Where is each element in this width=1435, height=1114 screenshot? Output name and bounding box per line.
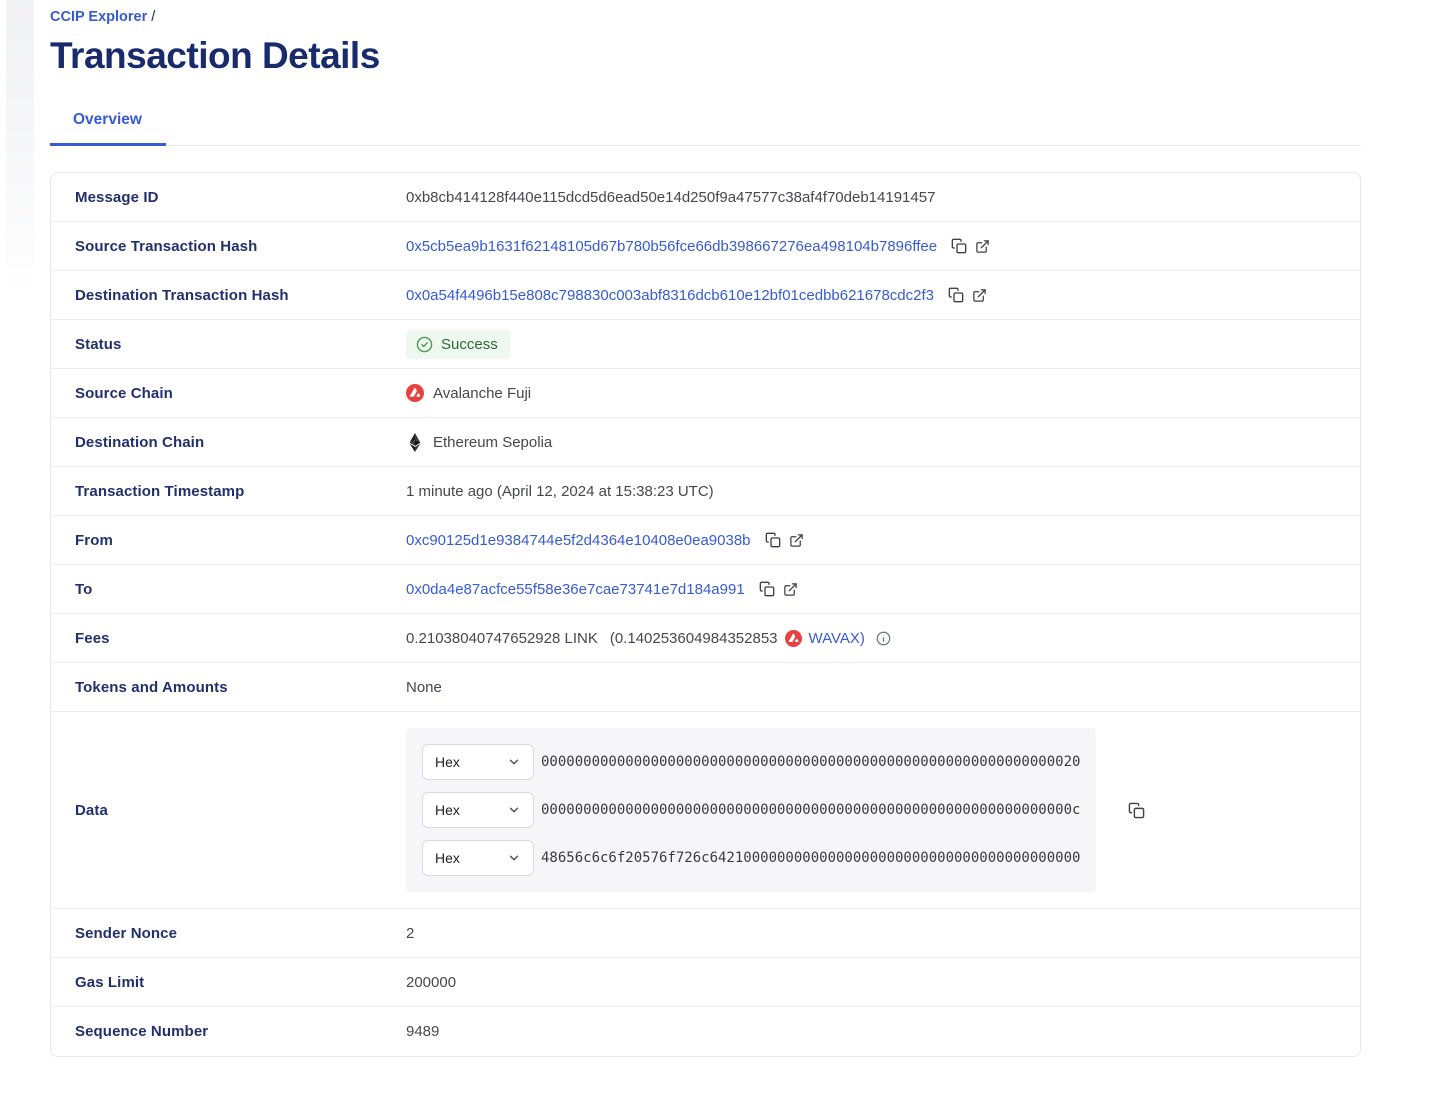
breadcrumb-ccip-explorer-link[interactable]: CCIP Explorer bbox=[50, 9, 147, 25]
source-tx-copy-button[interactable] bbox=[951, 238, 967, 254]
message-id-label: Message ID bbox=[75, 189, 406, 206]
row-destination-chain: Destination Chain Ethereum Sepolia bbox=[51, 418, 1360, 467]
source-chain-label: Source Chain bbox=[75, 385, 406, 402]
from-external-link-button[interactable] bbox=[789, 533, 804, 548]
source-tx-hash-label: Source Transaction Hash bbox=[75, 238, 406, 255]
details-card: Message ID 0xb8cb414128f440e115dcd5d6ead… bbox=[50, 172, 1361, 1057]
copy-icon bbox=[1128, 802, 1145, 819]
tokens-and-amounts-value: None bbox=[406, 679, 442, 696]
row-to: To 0x0da4e87acfce55f58e36e7cae73741e7d18… bbox=[51, 565, 1360, 614]
external-link-icon bbox=[972, 288, 987, 303]
timestamp-value: 1 minute ago (April 12, 2024 at 15:38:23… bbox=[406, 483, 714, 500]
from-address-link[interactable]: 0xc90125d1e9384744e5f2d4364e10408e0ea903… bbox=[406, 532, 751, 549]
data-format-select-value: Hex bbox=[435, 802, 460, 818]
data-hex-value: 48656c6c6f20576f726c64210000000000000000… bbox=[541, 850, 1080, 866]
fees-info-button[interactable] bbox=[876, 631, 891, 646]
row-source-chain: Source Chain Avalanche Fuji bbox=[51, 369, 1360, 418]
data-format-select-value: Hex bbox=[435, 850, 460, 866]
copy-icon bbox=[948, 287, 964, 303]
to-label: To bbox=[75, 581, 406, 598]
ethereum-icon bbox=[406, 433, 424, 452]
tab-overview[interactable]: Overview bbox=[50, 111, 166, 145]
row-sequence-number: Sequence Number 9489 bbox=[51, 1007, 1360, 1056]
status-label: Status bbox=[75, 336, 406, 353]
to-external-link-button[interactable] bbox=[783, 582, 798, 597]
gas-limit-value: 200000 bbox=[406, 974, 456, 991]
source-tx-hash-link[interactable]: 0x5cb5ea9b1631f62148105d67b780b56fce66db… bbox=[406, 238, 937, 255]
page-title: Transaction Details bbox=[50, 34, 1361, 78]
status-badge-text: Success bbox=[441, 336, 498, 353]
destination-tx-hash-label: Destination Transaction Hash bbox=[75, 287, 406, 304]
gas-limit-label: Gas Limit bbox=[75, 974, 406, 991]
row-fees: Fees 0.21038040747652928 LINK (0.1402536… bbox=[51, 614, 1360, 663]
destination-chain-label: Destination Chain bbox=[75, 434, 406, 451]
destination-tx-copy-button[interactable] bbox=[948, 287, 964, 303]
to-address-link[interactable]: 0x0da4e87acfce55f58e36e7cae73741e7d184a9… bbox=[406, 581, 745, 598]
external-link-icon bbox=[783, 582, 798, 597]
external-link-icon bbox=[789, 533, 804, 548]
avalanche-icon bbox=[785, 630, 802, 647]
chevron-down-icon bbox=[507, 851, 521, 865]
data-format-select[interactable]: Hex bbox=[422, 792, 534, 828]
breadcrumb-separator: / bbox=[151, 9, 155, 25]
chevron-down-icon bbox=[507, 755, 521, 769]
row-gas-limit: Gas Limit 200000 bbox=[51, 958, 1360, 1007]
data-line: Hex 48656c6c6f20576f726c6421000000000000… bbox=[422, 840, 1080, 876]
row-timestamp: Transaction Timestamp 1 minute ago (Apri… bbox=[51, 467, 1360, 516]
avalanche-icon bbox=[406, 384, 424, 402]
tokens-and-amounts-label: Tokens and Amounts bbox=[75, 679, 406, 696]
from-label: From bbox=[75, 532, 406, 549]
data-hex-value: 0000000000000000000000000000000000000000… bbox=[541, 802, 1080, 818]
data-line: Hex 000000000000000000000000000000000000… bbox=[422, 744, 1080, 780]
row-sender-nonce: Sender Nonce 2 bbox=[51, 909, 1360, 958]
row-tokens-and-amounts: Tokens and Amounts None bbox=[51, 663, 1360, 712]
fees-converted-amount: (0.140253604984352853 bbox=[610, 630, 778, 647]
fees-label: Fees bbox=[75, 630, 406, 647]
chevron-down-icon bbox=[507, 803, 521, 817]
data-label: Data bbox=[75, 802, 406, 819]
row-from: From 0xc90125d1e9384744e5f2d4364e10408e0… bbox=[51, 516, 1360, 565]
row-data: Data Hex 0000000000000000000000000000000… bbox=[51, 712, 1360, 909]
fees-amount: 0.21038040747652928 LINK bbox=[406, 630, 598, 647]
data-hex-value: 0000000000000000000000000000000000000000… bbox=[541, 754, 1080, 770]
tab-bar: Overview bbox=[50, 111, 1361, 146]
data-format-select[interactable]: Hex bbox=[422, 744, 534, 780]
data-hex-box: Hex 000000000000000000000000000000000000… bbox=[406, 728, 1096, 892]
sequence-number-label: Sequence Number bbox=[75, 1023, 406, 1040]
check-circle-icon bbox=[416, 336, 433, 353]
timestamp-label: Transaction Timestamp bbox=[75, 483, 406, 500]
row-destination-tx-hash: Destination Transaction Hash 0x0a54f4496… bbox=[51, 271, 1360, 320]
sender-nonce-label: Sender Nonce bbox=[75, 925, 406, 942]
transaction-details-page: CCIP Explorer/ Transaction Details Overv… bbox=[0, 0, 1435, 1057]
breadcrumb: CCIP Explorer/ bbox=[50, 7, 1361, 27]
info-icon bbox=[876, 631, 891, 646]
data-copy-button[interactable] bbox=[1128, 802, 1145, 819]
row-source-tx-hash: Source Transaction Hash 0x5cb5ea9b1631f6… bbox=[51, 222, 1360, 271]
to-copy-button[interactable] bbox=[759, 581, 775, 597]
copy-icon bbox=[759, 581, 775, 597]
data-format-select[interactable]: Hex bbox=[422, 840, 534, 876]
source-chain-value: Avalanche Fuji bbox=[433, 385, 531, 402]
row-status: Status Success bbox=[51, 320, 1360, 369]
external-link-icon bbox=[975, 239, 990, 254]
row-message-id: Message ID 0xb8cb414128f440e115dcd5d6ead… bbox=[51, 173, 1360, 222]
wavax-token-link[interactable]: WAVAX) bbox=[809, 630, 865, 647]
copy-icon bbox=[951, 238, 967, 254]
copy-icon bbox=[765, 532, 781, 548]
destination-tx-external-link-button[interactable] bbox=[972, 288, 987, 303]
from-copy-button[interactable] bbox=[765, 532, 781, 548]
data-line: Hex 000000000000000000000000000000000000… bbox=[422, 792, 1080, 828]
source-tx-external-link-button[interactable] bbox=[975, 239, 990, 254]
destination-chain-value: Ethereum Sepolia bbox=[433, 434, 552, 451]
status-badge: Success bbox=[406, 330, 510, 359]
destination-tx-hash-link[interactable]: 0x0a54f4496b15e808c798830c003abf8316dcb6… bbox=[406, 287, 934, 304]
data-format-select-value: Hex bbox=[435, 754, 460, 770]
sequence-number-value: 9489 bbox=[406, 1023, 439, 1040]
sender-nonce-value: 2 bbox=[406, 925, 414, 942]
message-id-value: 0xb8cb414128f440e115dcd5d6ead50e14d250f9… bbox=[406, 189, 935, 206]
